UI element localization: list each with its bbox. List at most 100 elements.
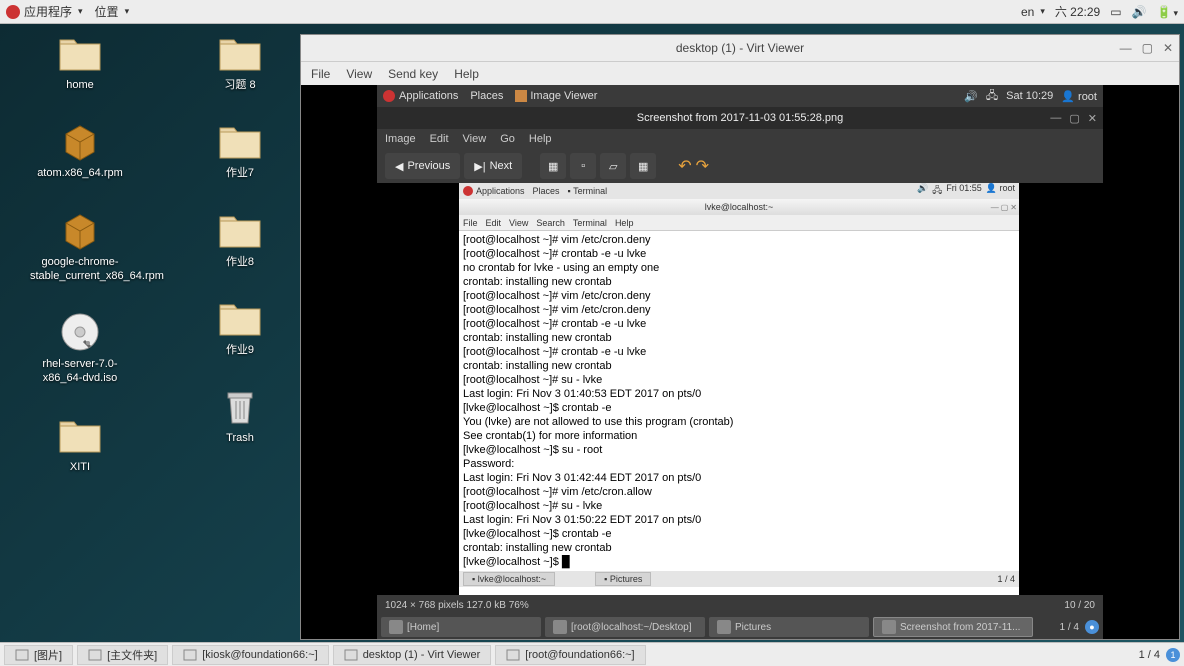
rotate-right-button[interactable]: ↷ [696,156,709,176]
clock: 六 22:29 [1055,3,1100,20]
app-icon [553,620,567,634]
desktop-icon[interactable]: XITI [30,414,130,474]
active-app[interactable]: Image Viewer [515,90,597,102]
innermost-user: 👤 root [986,183,1015,199]
term-menu-edit: Edit [486,218,502,228]
battery-icon[interactable]: 🔋 [1157,5,1178,19]
iv-minimize-button[interactable]: — [1050,112,1061,125]
icon-label: 作业8 [226,255,254,269]
guest-clock: Sat 10:29 [1006,90,1053,102]
image-title-text: Screenshot from 2017-11-03 01:55:28.png [637,112,844,124]
iv-maximize-button[interactable]: ▢ [1069,112,1079,125]
app-icon [389,620,403,634]
iv-close-button[interactable]: ✕ [1088,112,1097,125]
icon-label: atom.x86_64.rpm [37,166,123,180]
innermost-taskbar: ▪ lvke@localhost:~ ▪ Pictures 1 / 4 [459,571,1019,587]
taskbar-button[interactable]: [root@foundation66:~] [495,645,645,665]
taskbar-button[interactable]: [root@localhost:~/Desktop] [545,617,705,637]
zoom-out-button[interactable]: ▫ [570,153,596,179]
zoom-in-button[interactable]: ▦ [540,153,566,179]
app-icon [183,648,197,662]
desktop-icon[interactable]: Trash [190,385,290,445]
zoom-normal-button[interactable]: ▦ [630,153,656,179]
guest-places-menu[interactable]: Places [470,90,503,102]
workspace-counter: 1 / 4 [1139,649,1160,661]
task-pictures: ▪ Pictures [595,572,651,586]
term-menu-help: Help [615,218,634,228]
iv-menu-image[interactable]: Image [385,133,416,145]
virt-titlebar[interactable]: desktop (1) - Virt Viewer — ▢ ✕ [301,35,1179,61]
zoom-fit-button[interactable]: ▱ [600,153,626,179]
image-viewer-toolbar: ◀ Previous ▶| Next ▦ ▫ ▱ ▦ ↶ ↷ [377,149,1103,183]
volume-icon[interactable]: 🔊 [1132,5,1147,19]
rotate-left-button[interactable]: ↶ [678,156,691,176]
taskbar-button[interactable]: desktop (1) - Virt Viewer [333,645,492,665]
iv-menu-edit[interactable]: Edit [430,133,449,145]
menu-help[interactable]: Help [454,67,479,81]
taskbar-button[interactable]: Pictures [709,617,869,637]
terminal-menubar: File Edit View Search Terminal Help [459,215,1019,231]
desktop-icon[interactable]: google-chrome-stable_current_x86_64.rpm [30,209,130,284]
desktop-icon[interactable]: atom.x86_64.rpm [30,120,130,180]
app-icon [717,620,731,634]
image-viewer-menubar: Image Edit View Go Help [377,129,1103,149]
pkg-icon [56,120,104,162]
icon-label: XITI [70,460,90,474]
disc-icon [56,311,104,353]
app-icon [882,620,896,634]
iv-menu-view[interactable]: View [463,133,487,145]
app-icon [506,648,520,662]
menu-sendkey[interactable]: Send key [388,67,438,81]
display-icon[interactable]: ▭ [1110,5,1121,19]
icon-label: 作业7 [226,166,254,180]
displayed-image: Applications Places ▪ Terminal 🔊 🖧 Fri 0… [459,183,1019,603]
app-icon [88,648,102,662]
guest-apps-menu[interactable]: Applications [399,90,458,102]
workspace-indicator[interactable]: 1 [1166,648,1180,662]
taskbar-button[interactable]: [Home] [381,617,541,637]
desktop-icon-grid: home atom.x86_64.rpm google-chrome-stable_… [30,32,290,474]
term-close: ✕ [1010,203,1017,212]
term-menu-view: View [509,218,528,228]
lang-indicator[interactable]: en [1021,5,1045,19]
maximize-button[interactable]: ▢ [1142,41,1153,55]
innermost-active-app: ▪ Terminal [568,186,608,196]
guest-top-panel: Applications Places Image Viewer 🔊 🖧 Sat… [377,85,1103,107]
guest-user[interactable]: 👤 root [1061,90,1097,103]
desktop-icon[interactable]: 作业7 [190,120,290,180]
host-taskbar: [图片][主文件夹][kiosk@foundation66:~]desktop … [0,642,1184,666]
image-viewer-titlebar[interactable]: Screenshot from 2017-11-03 01:55:28.png … [377,107,1103,129]
minimize-button[interactable]: — [1120,41,1132,55]
iv-menu-go[interactable]: Go [500,133,515,145]
volume-icon[interactable]: 🔊 [964,90,978,103]
taskbar-button[interactable]: [主文件夹] [77,645,168,665]
places-menu[interactable]: 位置 [95,3,130,20]
redhat-icon [463,186,473,196]
workspace-indicator[interactable]: ● [1085,620,1099,634]
desktop-icon[interactable]: 作业8 [190,209,290,269]
network-icon: 🖧 [932,183,942,199]
taskbar-button[interactable]: Screenshot from 2017-11... [873,617,1033,637]
innermost-top-panel: Applications Places ▪ Terminal 🔊 🖧 Fri 0… [459,183,1019,199]
folder-icon [56,414,104,456]
applications-menu[interactable]: 应用程序 [6,3,83,20]
desktop-icon[interactable]: rhel-server-7.0-x86_64-dvd.iso [30,311,130,386]
previous-button[interactable]: ◀ Previous [385,153,460,179]
desktop-icon[interactable]: home [30,32,130,92]
desktop-icon[interactable]: 习题 8 [190,32,290,92]
image-counter: 10 / 20 [1064,600,1095,611]
volume-icon: 🔊 [917,183,928,199]
task-terminal: ▪ lvke@localhost:~ [463,572,555,586]
iv-menu-help[interactable]: Help [529,133,552,145]
network-icon[interactable]: 🖧 [986,87,998,106]
term-min: — [991,203,999,212]
taskbar-button[interactable]: [图片] [4,645,73,665]
close-button[interactable]: ✕ [1163,41,1173,55]
desktop-icon[interactable]: 作业9 [190,297,290,357]
taskbar-button[interactable]: [kiosk@foundation66:~] [172,645,328,665]
host-top-panel: 应用程序 位置 en 六 22:29 ▭ 🔊 🔋 [0,0,1184,24]
redhat-icon [383,90,395,102]
next-button[interactable]: ▶| Next [464,153,522,179]
menu-view[interactable]: View [346,67,372,81]
menu-file[interactable]: File [311,67,330,81]
